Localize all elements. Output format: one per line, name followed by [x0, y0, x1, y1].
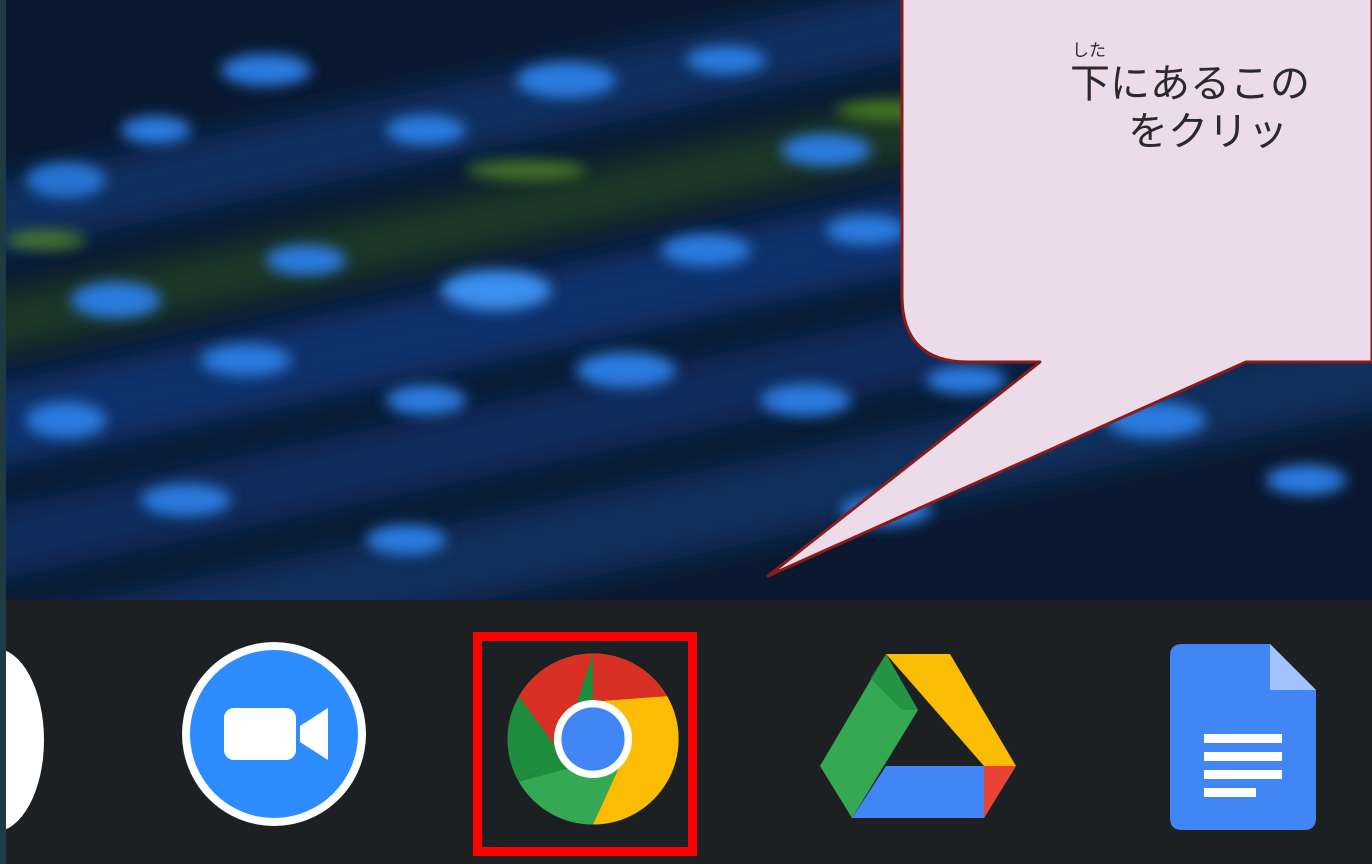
- callout-text: した 下にあるこの をクリッ: [1070, 42, 1372, 192]
- zoom-icon[interactable]: [178, 638, 370, 830]
- shelf: [6, 600, 1372, 864]
- google-drive-icon[interactable]: [820, 648, 1016, 824]
- google-docs-icon[interactable]: [1170, 644, 1316, 830]
- callout-line-1: 下にあるこの: [1070, 60, 1310, 108]
- ruby-base: 下: [1070, 61, 1110, 107]
- chrome-icon[interactable]: [500, 646, 686, 832]
- callout-line-2: をクリッ: [1128, 109, 1288, 155]
- ruby-reading: した: [1072, 42, 1106, 61]
- callout-line-1-rest: にあるこの: [1110, 61, 1310, 107]
- white-circle-icon[interactable]: [6, 640, 66, 840]
